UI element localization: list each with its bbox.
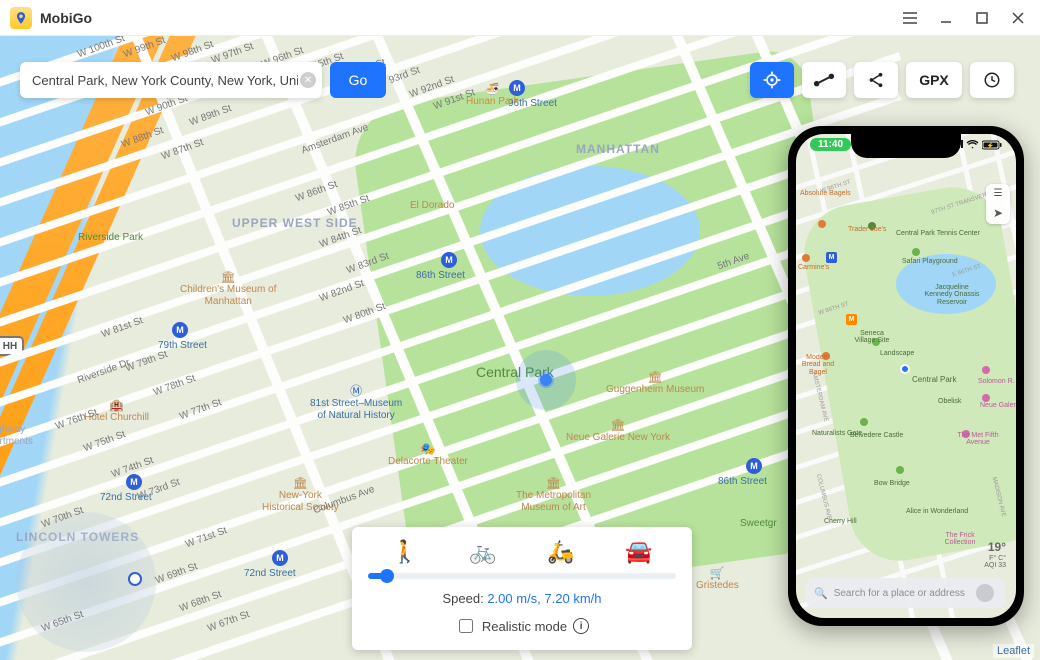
share-button[interactable] <box>854 62 898 98</box>
poi-label: 🏛Neue Galerie New York <box>566 418 670 444</box>
phone-search-bar[interactable]: 🔍 Search for a place or address <box>806 578 1006 608</box>
search-icon: 🔍 <box>814 587 828 600</box>
phone-poi-label: Alice in Wonderland <box>906 508 968 515</box>
phone-poi-label: Solomon R. <box>978 378 1015 385</box>
phone-avatar[interactable] <box>950 584 994 602</box>
subway-icon: M <box>746 458 762 474</box>
poi-label: 🎭Delacorte Theater <box>388 442 468 468</box>
mode-scooter-icon[interactable]: 🛵 <box>547 539 574 565</box>
phone-subway-icon: M <box>826 252 837 263</box>
phone-search-placeholder: Search for a place or address <box>834 588 965 599</box>
phone-poi-label: Jacqueline Kennedy Onassis Reservoir <box>922 284 982 306</box>
phone-poi-label: Central Park <box>912 376 956 384</box>
compass-widget[interactable] <box>16 512 156 652</box>
history-button[interactable] <box>970 62 1014 98</box>
phone-map-layers-button[interactable]: ☰➤ <box>986 184 1010 224</box>
phone-notch <box>851 134 961 158</box>
tool-row: GPX <box>750 62 1014 98</box>
menu-icon[interactable] <box>898 6 922 30</box>
go-button[interactable]: Go <box>330 62 386 98</box>
phone-poi-dot <box>896 466 904 474</box>
phone-poi-label: Obelisk <box>938 398 961 405</box>
locate-button[interactable] <box>750 62 794 98</box>
gpx-button[interactable]: GPX <box>906 62 962 98</box>
phone-poi-label: Naturalists Gate <box>812 430 862 437</box>
map-area[interactable]: HH MANHATTAN UPPER WEST SIDE LINCOLN TOW… <box>0 36 1040 660</box>
realistic-label: Realistic mode <box>482 619 567 634</box>
subway-icon: M <box>126 474 142 490</box>
poi-label: Ⓜ81st Street–Museum of Natural History <box>310 384 402 422</box>
search-input[interactable] <box>30 72 300 89</box>
clear-search-icon[interactable]: ✕ <box>300 72 316 88</box>
mode-walk-icon[interactable]: 🚶 <box>391 539 418 565</box>
phone-poi-dot <box>982 366 990 374</box>
phone-poi-dot <box>982 394 990 402</box>
window-controls <box>898 6 1030 30</box>
subway-label: 86th Street <box>718 476 767 488</box>
map-attribution[interactable]: Leaflet <box>993 644 1034 658</box>
transport-modes: 🚶 🚲 🛵 🚘 <box>366 539 678 565</box>
subway-label: 72nd Street <box>244 568 296 580</box>
poi-label: 🛒Gristedes <box>696 566 739 592</box>
phone-weather: 19° F° C° AQI 33 <box>984 541 1006 570</box>
poi-label: El Dorado <box>410 200 454 212</box>
current-location-marker <box>516 350 576 410</box>
poi-label: Sweetgr <box>740 518 777 530</box>
app-title: MobiGo <box>40 10 92 26</box>
speed-display: Speed: 2.00 m/s, 7.20 km/h <box>366 591 678 606</box>
phone-poi-label: The Frick Collection <box>936 532 984 547</box>
maximize-button[interactable] <box>970 6 994 30</box>
close-button[interactable] <box>1006 6 1030 30</box>
poi-label: 🏛The Metropolitan Museum of Art <box>516 476 591 514</box>
subway-label: 86th Street <box>416 270 465 282</box>
speed-panel: 🚶 🚲 🛵 🚘 Speed: 2.00 m/s, 7.20 km/h Reali… <box>352 527 692 650</box>
phone-poi-label: Modern Bread and Bagel <box>798 354 838 376</box>
phone-poi-dot <box>912 248 920 256</box>
phone-poi-label: The Met Fifth Avenue <box>954 432 1002 447</box>
phone-time-pill: 11:40 <box>810 138 851 151</box>
realistic-row: Realistic mode i <box>366 616 678 636</box>
svg-text:⚡: ⚡ <box>987 141 994 149</box>
poi-label: ighway artments <box>0 424 33 448</box>
app-logo <box>10 7 32 29</box>
mode-car-icon[interactable]: 🚘 <box>625 539 652 565</box>
phone-poi-label: Landscape <box>880 350 914 357</box>
info-icon[interactable]: i <box>573 618 589 634</box>
phone-preview: 11:40 ⚡ <box>788 126 1024 626</box>
phone-poi-label: Safari Playground <box>902 258 958 265</box>
search-row: ✕ Go <box>20 62 386 98</box>
phone-poi-label: Trader Joe's <box>848 226 886 233</box>
realistic-checkbox[interactable] <box>459 619 473 633</box>
phone-subway-icon: M <box>846 314 857 325</box>
phone-poi-label: Bow Bridge <box>874 480 910 487</box>
phone-poi-dot <box>860 418 868 426</box>
phone-poi-label: Central Park Tennis Center <box>896 230 980 237</box>
speed-slider[interactable] <box>368 573 676 579</box>
area-label: MANHATTAN <box>576 142 660 156</box>
phone-location-dot <box>900 364 910 374</box>
phone-poi-dot <box>802 254 810 262</box>
title-bar: MobiGo <box>0 0 1040 36</box>
poi-label: 🏛Children's Museum of Manhattan <box>180 270 276 308</box>
poi-label: Riverside Park <box>78 232 143 244</box>
minimize-button[interactable] <box>934 6 958 30</box>
subway-icon: M <box>172 322 188 338</box>
phone-poi-label: Carmine's <box>798 264 829 271</box>
area-label: UPPER WEST SIDE <box>232 216 358 230</box>
search-box: ✕ <box>20 62 322 98</box>
subway-icon: M <box>441 252 457 268</box>
phone-poi-label: Seneca Village Site <box>852 330 892 345</box>
phone-poi-label: Neue Galerie <box>980 402 1016 409</box>
subway-icon: M <box>272 550 288 566</box>
phone-poi-dot <box>818 220 826 228</box>
poi-label: 🏛Guggenheim Museum <box>606 370 704 396</box>
route-button[interactable] <box>802 62 846 98</box>
mode-bike-icon[interactable]: 🚲 <box>469 539 496 565</box>
